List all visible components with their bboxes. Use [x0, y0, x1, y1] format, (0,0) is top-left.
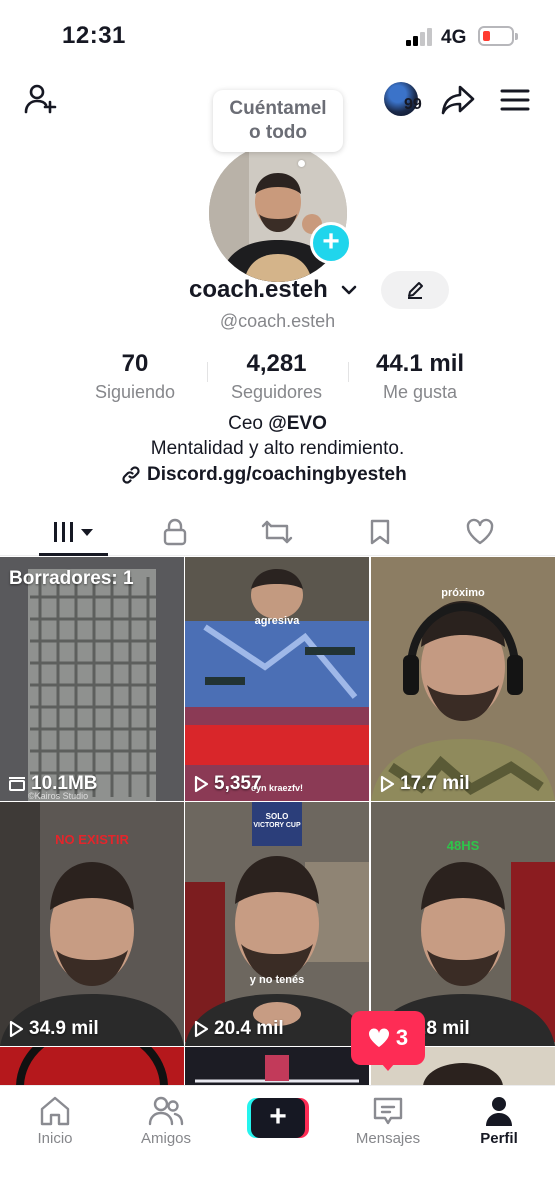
- video-thumbnail[interactable]: [185, 1047, 369, 1085]
- nav-profile[interactable]: Perfil: [454, 1094, 544, 1147]
- lock-icon: [163, 518, 187, 546]
- bookmark-icon: [370, 519, 390, 545]
- profile-icon: [486, 1097, 512, 1126]
- bio-prefix: Ceo: [228, 413, 269, 434]
- nav-home-label: Inicio: [37, 1130, 73, 1147]
- video-caption: NO EXISTIR: [55, 832, 129, 847]
- tab-private[interactable]: [150, 512, 200, 552]
- inbox-icon: [373, 1097, 403, 1125]
- video-thumbnail[interactable]: NO EXISTIR 34.9 mil: [0, 802, 184, 1046]
- stat-likes-label: Me gusta: [382, 382, 458, 402]
- video-caption: próximo: [441, 587, 485, 599]
- badge-line-1: SOLO: [265, 812, 289, 821]
- person-add-icon[interactable]: [20, 80, 60, 120]
- view-count: 34.9 mil: [8, 1018, 99, 1040]
- create-plus-icon[interactable]: +: [247, 1098, 309, 1138]
- profile-handle: @coach.esteh: [219, 311, 336, 331]
- bio-line-1: Ceo @EVO: [0, 413, 555, 435]
- nav-inbox-label: Mensajes: [355, 1130, 421, 1147]
- bubble-text-line-1: Cuéntamel: [229, 98, 327, 119]
- stat-followers-label: Seguidores: [230, 382, 323, 402]
- drafts-label: Borradores: 1: [9, 568, 134, 589]
- tab-videos[interactable]: [44, 512, 104, 552]
- edit-profile-button[interactable]: [381, 271, 449, 309]
- view-count-text: 5,357: [214, 773, 262, 794]
- stat-likes[interactable]: 44.1 mil Me gusta: [365, 350, 475, 403]
- status-note-bubble[interactable]: Cuéntamel o todo: [213, 90, 343, 152]
- view-count: 20.4 mil: [193, 1018, 284, 1040]
- signal-bars-icon: [406, 28, 436, 46]
- link-icon: [122, 466, 140, 484]
- stat-divider: [207, 362, 208, 382]
- play-icon: [9, 1020, 24, 1038]
- heart-icon: [466, 518, 494, 545]
- network-label: 4G: [441, 27, 467, 48]
- view-count: 17.7 mil: [379, 773, 470, 795]
- home-icon: [40, 1096, 70, 1126]
- profile-tabs: [0, 510, 555, 556]
- stat-following-label: Siguiendo: [94, 382, 176, 402]
- profile-username[interactable]: coach.esteh: [189, 276, 328, 304]
- video-thumbnail[interactable]: agresiva cyn kraezfv! 5,357: [185, 557, 369, 801]
- view-count-text: 20.4 mil: [214, 1018, 284, 1039]
- video-thumbnail[interactable]: [0, 1047, 184, 1085]
- stat-followers[interactable]: 4,281 Seguidores: [219, 350, 334, 403]
- tab-saved[interactable]: [355, 512, 405, 552]
- video-grid: Borradores: 1 10.1MB ©Kairos Studio agre…: [0, 557, 555, 1085]
- nav-profile-label: Perfil: [480, 1130, 518, 1147]
- bubble-tail-dot: [298, 160, 305, 167]
- stat-following[interactable]: 70 Siguiendo: [85, 350, 185, 403]
- active-tab-indicator: [39, 553, 108, 556]
- stat-likes-value: 44.1 mil: [375, 350, 465, 377]
- repost-icon: [261, 520, 293, 544]
- hamburger-menu-icon[interactable]: [496, 82, 534, 118]
- play-icon: [380, 775, 395, 793]
- badge-line-2: VICTORY CUP: [253, 822, 301, 829]
- add-photo-plus-icon[interactable]: +: [310, 222, 352, 264]
- heart-filled-icon: [368, 1028, 389, 1047]
- view-count-text: 17.7 mil: [400, 773, 470, 794]
- like-notification-popup[interactable]: 3: [351, 1011, 425, 1065]
- bottom-navigation: Inicio Amigos + Mensajes Perfil: [0, 1085, 555, 1200]
- like-notification-count: 3: [395, 1025, 409, 1050]
- chevron-down-icon[interactable]: [340, 283, 358, 301]
- bio-line-2: Mentalidad y alto rendimiento.: [150, 438, 405, 459]
- avatar-badge-count: 99: [404, 96, 422, 113]
- watermark-text: ©Kairos Studio: [28, 791, 89, 801]
- video-thumbnail[interactable]: SOLO VICTORY CUP y no tenés 20.4 mil: [185, 802, 369, 1046]
- video-caption: agresiva: [254, 615, 300, 627]
- bio-link-text: Discord.gg/coachingbyesteh: [147, 464, 407, 485]
- video-thumbnail-draft[interactable]: Borradores: 1 10.1MB ©Kairos Studio: [0, 557, 184, 801]
- nav-friends[interactable]: Amigos: [121, 1094, 211, 1147]
- stat-divider: [348, 362, 349, 382]
- status-bar: 12:31 4G: [0, 0, 555, 70]
- drafts-box-icon: [9, 777, 25, 791]
- bio-mention-link[interactable]: @EVO: [268, 413, 327, 434]
- friends-icon: [148, 1096, 184, 1126]
- bubble-text-line-2: o todo: [248, 122, 308, 143]
- nav-home[interactable]: Inicio: [10, 1094, 100, 1147]
- tab-reposts[interactable]: [252, 512, 302, 552]
- pencil-icon: [408, 282, 423, 299]
- status-time: 12:31: [62, 22, 126, 49]
- video-caption: y no tenés: [249, 974, 305, 986]
- tab-liked[interactable]: [455, 512, 505, 552]
- video-caption: 48HS: [446, 838, 480, 853]
- play-icon: [194, 1020, 209, 1038]
- nav-friends-label: Amigos: [140, 1130, 192, 1147]
- grid-icon: [54, 522, 93, 542]
- play-icon: [194, 775, 209, 793]
- video-thumbnail[interactable]: 48HS 18.8 mil: [371, 802, 555, 1046]
- battery-icon: [478, 26, 518, 46]
- view-count-text: 34.9 mil: [29, 1018, 99, 1039]
- stat-followers-value: 4,281: [246, 350, 307, 377]
- video-thumbnail[interactable]: próximo 17.7 mil: [371, 557, 555, 801]
- stat-following-value: 70: [121, 350, 149, 377]
- like-popup-tail: [381, 1063, 395, 1071]
- share-arrow-icon[interactable]: [438, 80, 478, 120]
- nav-inbox[interactable]: Mensajes: [343, 1094, 433, 1147]
- bio-website-link[interactable]: Discord.gg/coachingbyesteh: [121, 464, 407, 486]
- view-count: 5,357: [193, 773, 262, 795]
